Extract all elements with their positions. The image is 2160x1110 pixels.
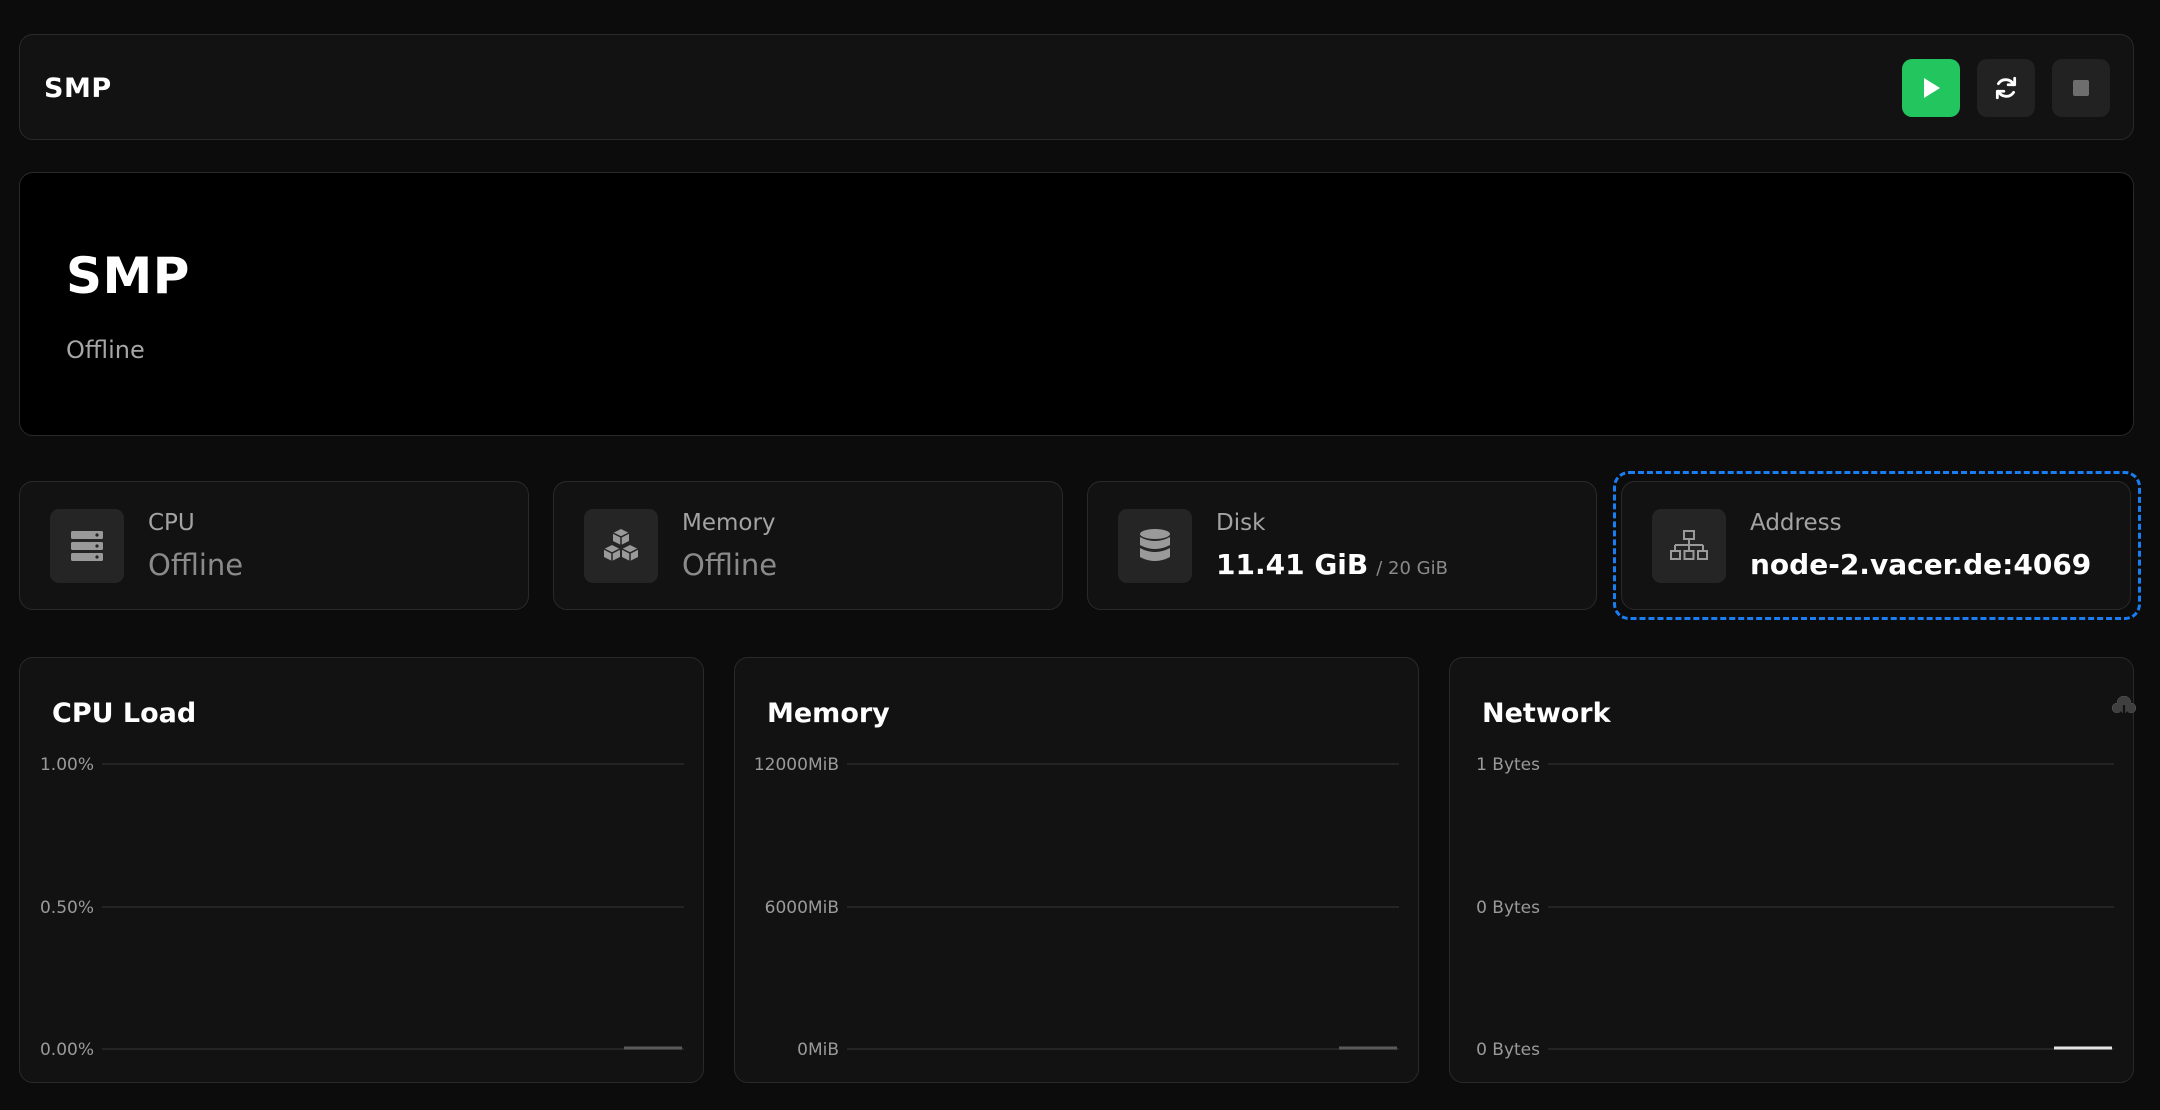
memory-stat-label: Memory <box>682 510 776 536</box>
disk-limit: / 20 GiB <box>1376 558 1448 579</box>
play-icon <box>1924 78 1940 98</box>
y-tick-label: 0 Bytes <box>1476 1040 1540 1060</box>
cpu-load-chart-panel: 1.00% 0.50% 0.00% CPU Load <box>19 657 704 1083</box>
download-cloud-icon[interactable] <box>2111 696 2137 720</box>
server-status: Offline <box>66 336 145 364</box>
memory-stat-card: Memory Offline <box>553 481 1063 610</box>
refresh-icon <box>1995 76 2017 100</box>
cpu-load-chart-title: CPU Load <box>52 698 197 729</box>
header-title: SMP <box>44 73 112 104</box>
server-header-bar: SMP <box>19 34 2134 140</box>
y-tick-label: 12000MiB <box>754 755 839 775</box>
y-tick-label: 6000MiB <box>765 898 839 918</box>
stop-icon <box>2073 80 2089 96</box>
disk-stat-card: Disk 11.41 GiB / 20 GiB <box>1087 481 1597 610</box>
memory-chart-title: Memory <box>767 698 890 729</box>
server-name: SMP <box>66 247 190 305</box>
y-tick-label: 0.50% <box>40 898 94 918</box>
y-tick-label: 1 Bytes <box>1476 755 1540 775</box>
stop-button[interactable] <box>2052 59 2110 117</box>
memory-stat-value: Offline <box>682 548 778 582</box>
server-icon <box>50 509 124 583</box>
start-button[interactable] <box>1902 59 1960 117</box>
disk-used: 11.41 GiB <box>1216 548 1369 581</box>
network-chart-title: Network <box>1482 698 1611 729</box>
cpu-stat-value: Offline <box>148 548 244 582</box>
memory-chart-panel: 12000MiB 6000MiB 0MiB Memory <box>734 657 1419 1083</box>
address-focus-outline <box>1613 471 2141 620</box>
server-hero: SMP Offline <box>19 172 2134 436</box>
y-tick-label: 0 Bytes <box>1476 898 1540 918</box>
cpu-stat-card: CPU Offline <box>19 481 529 610</box>
y-tick-label: 0.00% <box>40 1040 94 1060</box>
disk-stat-value: 11.41 GiB / 20 GiB <box>1216 548 1448 581</box>
database-icon <box>1118 509 1192 583</box>
cpu-stat-label: CPU <box>148 510 195 536</box>
restart-button[interactable] <box>1977 59 2035 117</box>
cubes-icon <box>584 509 658 583</box>
disk-stat-label: Disk <box>1216 510 1266 536</box>
y-tick-label: 0MiB <box>797 1040 839 1060</box>
y-tick-label: 1.00% <box>40 755 94 775</box>
network-chart-panel: 1 Bytes 0 Bytes 0 Bytes Network <box>1449 657 2137 1083</box>
